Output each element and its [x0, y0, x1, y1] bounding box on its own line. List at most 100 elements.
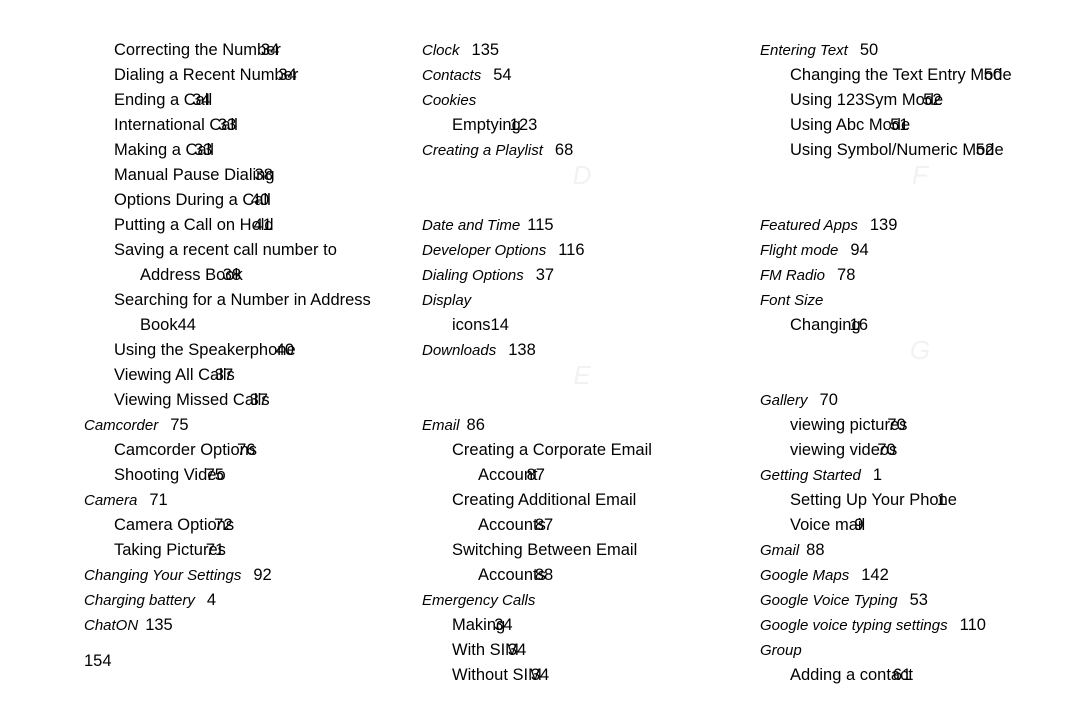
index-entry-sub[interactable]: Searching for a Number in Address — [84, 288, 404, 313]
index-entry-main[interactable]: Clock 135 — [422, 38, 742, 63]
index-entry-main[interactable]: Camcorder 75 — [84, 413, 404, 438]
index-entry-sub[interactable]: Switching Between Email — [422, 538, 742, 563]
index-entry-sub[interactable]: Without SIM34 — [422, 663, 742, 688]
index-entry-page-number: 88 — [806, 541, 825, 559]
index-entry-main[interactable]: Emergency Calls — [422, 588, 742, 613]
index-entry-sub[interactable]: Options During a Call40 — [84, 188, 404, 213]
index-entry-main[interactable]: Google Maps 142 — [760, 563, 1080, 588]
index-entry-page-number: 51 — [890, 116, 909, 134]
index-entry-sub[interactable]: Camcorder Options76 — [84, 438, 404, 463]
index-entry-label: Charging battery — [84, 592, 195, 609]
index-entry-sub[interactable]: Book44 — [84, 313, 404, 338]
index-entry-label: Featured Apps — [760, 217, 858, 234]
index-entry-main[interactable]: Getting Started 1 — [760, 463, 1080, 488]
index-entry-main[interactable]: Downloads 138 — [422, 338, 742, 363]
index-entry-page-number: 33 — [193, 141, 213, 159]
index-entry-sub[interactable]: Making34 — [422, 613, 742, 638]
index-entry-sub[interactable]: Accounts88 — [422, 563, 742, 588]
index-entry-sub[interactable]: Setting Up Your Phone1 — [760, 488, 1080, 513]
index-entry-main[interactable]: Google voice typing settings 110 — [760, 613, 1080, 638]
index-entry-main[interactable]: Flight mode 94 — [760, 238, 1080, 263]
index-entry-sub[interactable]: Dialing a Recent Number34 — [84, 63, 404, 88]
index-entry-sub[interactable]: International Call33 — [84, 113, 404, 138]
index-entry-label: Clock — [422, 42, 460, 59]
index-entry-sub[interactable]: Creating a Corporate Email — [422, 438, 742, 463]
index-entry-label: Camera — [84, 492, 138, 509]
index-entry-label: Putting a Call on Hold — [114, 216, 274, 234]
index-entry-main[interactable]: Google Voice Typing 53 — [760, 588, 1080, 613]
index-entry-label: Contacts — [422, 67, 482, 84]
index-entry-label: Gallery — [760, 392, 808, 409]
index-entry-sub[interactable]: icons14 — [422, 313, 742, 338]
index-entry-label: Options During a Call — [114, 191, 271, 209]
index-entry-page-number: 71 — [205, 541, 225, 559]
index-entry-sub[interactable]: viewing videos70 — [760, 438, 1080, 463]
index-entry-main[interactable]: FM Radio 78 — [760, 263, 1080, 288]
index-entry-sub[interactable]: Using 123Sym Mode52 — [760, 88, 1080, 113]
index-entry-sub[interactable]: Account87 — [422, 463, 742, 488]
index-entry-label: Creating a Corporate Email — [452, 441, 652, 459]
index-entry-main[interactable]: Date and Time 115 — [422, 213, 742, 238]
index-entry-sub[interactable]: Correcting the Number34 — [84, 38, 404, 63]
index-entry-sub[interactable]: Manual Pause Dialing38 — [84, 163, 404, 188]
index-entry-main[interactable]: Gmail 88 — [760, 538, 1080, 563]
index-entry-sub[interactable]: Saving a recent call number to — [84, 238, 404, 263]
index-entry-sub[interactable]: Using Symbol/Numeric Mode52 — [760, 138, 1080, 163]
index-entry-sub[interactable]: Creating Additional Email — [422, 488, 742, 513]
index-entry-label: Saving a recent call number to — [114, 241, 337, 259]
index-entry-page-number: 44 — [177, 316, 196, 334]
index-entry-main[interactable]: Gallery 70 — [760, 388, 1080, 413]
index-entry-page-number: 110 — [959, 616, 986, 634]
index-entry-main[interactable]: Dialing Options 37 — [422, 263, 742, 288]
index-entry-main[interactable]: Email 86 — [422, 413, 742, 438]
index-entry-page-number: 16 — [849, 316, 868, 334]
index-entry-main[interactable]: ChatON 135 — [84, 613, 404, 638]
index-entry-sub[interactable]: Voice mail9 — [760, 513, 1080, 538]
index-entry-sub[interactable]: Emptying123 — [422, 113, 742, 138]
index-entry-sub[interactable]: Putting a Call on Hold41 — [84, 213, 404, 238]
index-entry-main[interactable]: Changing Your Settings 92 — [84, 563, 404, 588]
index-entry-main[interactable]: Contacts 54 — [422, 63, 742, 88]
index-entry-sub[interactable]: Shooting Video75 — [84, 463, 404, 488]
index-entry-sub[interactable]: Changing16 — [760, 313, 1080, 338]
index-entry-sub[interactable]: viewing pictures70 — [760, 413, 1080, 438]
index-entry-main[interactable]: Charging battery 4 — [84, 588, 404, 613]
index-entry-page-number: 38 — [254, 166, 273, 184]
index-entry-main[interactable]: Group — [760, 638, 1080, 663]
index-entry-label: Font Size — [760, 292, 824, 309]
index-entry-sub[interactable]: Making a Call33 — [84, 138, 404, 163]
index-entry-main[interactable]: Cookies — [422, 88, 742, 113]
index-entry-main[interactable]: Display — [422, 288, 742, 313]
index-entry-sub[interactable]: With SIM34 — [422, 638, 742, 663]
index-entry-sub[interactable]: Using the Speakerphone40 — [84, 338, 404, 363]
index-entry-main[interactable]: Font Size — [760, 288, 1080, 313]
index-entry-label: ChatON — [84, 617, 139, 634]
index-entry-sub[interactable]: Viewing Missed Calls37 — [84, 388, 404, 413]
index-entry-label: Google Maps — [760, 567, 850, 584]
index-entry-sub[interactable]: Using Abc Mode51 — [760, 113, 1080, 138]
index-entry-sub[interactable]: Changing the Text Entry Mode50 — [760, 63, 1080, 88]
index-entry-page-number: 40 — [275, 341, 294, 359]
index-entry-page-number: 34 — [260, 41, 280, 59]
index-entry-sub[interactable]: Camera Options72 — [84, 513, 404, 538]
index-entry-sub[interactable]: Adding a contact61 — [760, 663, 1080, 688]
index-entry-sub[interactable]: Taking Pictures71 — [84, 538, 404, 563]
column-1: Correcting the Number34 Dialing a Recent … — [84, 38, 404, 688]
index-entry-main[interactable]: Creating a Playlist 68 — [422, 138, 742, 163]
index-entry-sub[interactable]: Viewing All Calls37 — [84, 363, 404, 388]
index-entry-page-number: 34 — [192, 91, 211, 109]
index-entry-label: Using 123Sym Mode — [790, 91, 944, 109]
index-entry-label: Google voice typing settings — [760, 617, 948, 634]
index-entry-page-number: 142 — [861, 566, 889, 584]
index-entry-page-number: 33 — [217, 116, 237, 134]
index-entry-page-number: 38 — [222, 266, 242, 284]
index-entry-page-number: 50 — [983, 66, 1003, 84]
index-entry-sub[interactable]: Ending a Call34 — [84, 88, 404, 113]
index-entry-label: Cookies — [422, 92, 477, 109]
index-entry-main[interactable]: Developer Options 116 — [422, 238, 742, 263]
index-entry-main[interactable]: Featured Apps 139 — [760, 213, 1080, 238]
index-entry-main[interactable]: Camera 71 — [84, 488, 404, 513]
index-entry-main[interactable]: Entering Text 50 — [760, 38, 1080, 63]
index-entry-sub[interactable]: Accounts87 — [422, 513, 742, 538]
index-entry-sub[interactable]: Address Book38 — [84, 263, 404, 288]
